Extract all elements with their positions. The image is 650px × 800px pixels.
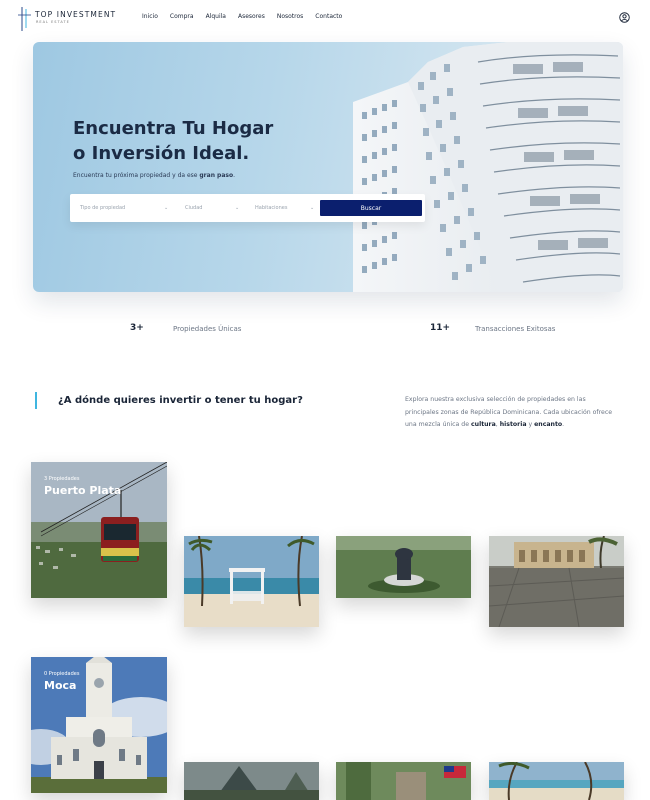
chevron-down-icon: ⌄	[164, 205, 169, 211]
hero-subtitle: Encuentra tu próxima propiedad y da ese …	[73, 172, 235, 179]
section-desc-bold-historia: historia	[499, 421, 527, 429]
section-desc-bold-cultura: cultura	[471, 421, 496, 429]
search-button[interactable]: Buscar	[320, 200, 422, 216]
section-desc-end: .	[562, 421, 565, 429]
logo-subtitle: REAL ESTATE	[36, 20, 70, 24]
hero-subtitle-text: Encuentra tu próxima propiedad y da ese	[73, 172, 200, 179]
hero-building-image	[353, 42, 623, 292]
forest-image	[184, 762, 319, 800]
location-count: 3 Propiedades	[44, 476, 80, 482]
location-count: 0 Propiedades	[44, 671, 80, 677]
section-desc-bold-encanto: encanto	[534, 421, 563, 429]
user-circle-icon[interactable]	[619, 12, 630, 23]
location-name: Moca	[44, 679, 77, 692]
property-type-placeholder: Tipo de propiedad	[80, 205, 126, 211]
nav-nosotros[interactable]: Nosotros	[277, 13, 303, 20]
logo-title: TOP INVESTMENT	[35, 10, 117, 19]
main-nav: Inicio Compra Alquila Asesores Nosotros …	[142, 13, 342, 20]
nav-asesores[interactable]: Asesores	[238, 13, 265, 20]
monument-image	[336, 536, 471, 598]
location-card-beach[interactable]	[489, 762, 624, 800]
hero-banner: Encuentra Tu Hogar o Inversión Ideal. En…	[33, 42, 623, 292]
location-card-flag[interactable]	[336, 762, 471, 800]
nav-inicio[interactable]: Inicio	[142, 13, 158, 20]
section-desc-sep2: y	[526, 421, 535, 429]
section-title: ¿A dónde quieres invertir o tener tu hog…	[58, 395, 303, 406]
site-header: TOP INVESTMENT REAL ESTATE Inicio Compra…	[0, 0, 650, 36]
section-description: Explora nuestra exclusiva selección de p…	[405, 394, 620, 432]
location-card-plaza[interactable]	[489, 536, 624, 627]
hero-title-line1: Encuentra Tu Hogar	[73, 118, 274, 139]
beach-image	[489, 762, 624, 800]
flag-image	[336, 762, 471, 800]
plaza-image	[489, 536, 624, 627]
chevron-down-icon: ⌄	[235, 205, 240, 211]
rooms-placeholder: Habitaciones	[255, 205, 288, 211]
hero-subtitle-end: .	[233, 172, 236, 179]
logo-mark-icon	[18, 7, 31, 31]
nav-compra[interactable]: Compra	[170, 13, 194, 20]
location-card-puerto-plata[interactable]: 3 Propiedades Puerto Plata	[31, 462, 167, 598]
search-bar: Tipo de propiedad ⌄ Ciudad ⌄ Habitacione…	[70, 194, 425, 222]
location-card-forest[interactable]	[184, 762, 319, 800]
moca-image	[31, 657, 167, 793]
location-card-beach-pergola[interactable]	[184, 536, 319, 627]
property-type-select[interactable]: Tipo de propiedad ⌄	[80, 194, 170, 222]
beach-pergola-image	[184, 536, 319, 627]
stat-transactions-label: Transacciones Exitosas	[475, 325, 556, 333]
stat-properties-label: Propiedades Únicas	[173, 325, 242, 333]
location-name: Puerto Plata	[44, 484, 122, 497]
section-accent-bar	[35, 392, 37, 409]
logo[interactable]: TOP INVESTMENT REAL ESTATE	[18, 6, 118, 32]
stat-transactions-value: 11+	[430, 323, 451, 333]
city-placeholder: Ciudad	[185, 205, 203, 211]
chevron-down-icon: ⌄	[310, 205, 315, 211]
hero-title-line2: o Inversión Ideal.	[73, 143, 250, 164]
nav-contacto[interactable]: Contacto	[315, 13, 342, 20]
city-select[interactable]: Ciudad ⌄	[185, 194, 240, 222]
hero-title: Encuentra Tu Hogar o Inversión Ideal.	[73, 116, 333, 166]
stat-properties-value: 3+	[130, 323, 144, 333]
hero-subtitle-bold: gran paso	[199, 172, 234, 179]
location-card-monument[interactable]	[336, 536, 471, 598]
location-card-moca[interactable]: 0 Propiedades Moca	[31, 657, 167, 793]
nav-alquila[interactable]: Alquila	[206, 13, 226, 20]
puerto-plata-image	[31, 462, 167, 598]
rooms-select[interactable]: Habitaciones ⌄	[255, 194, 315, 222]
